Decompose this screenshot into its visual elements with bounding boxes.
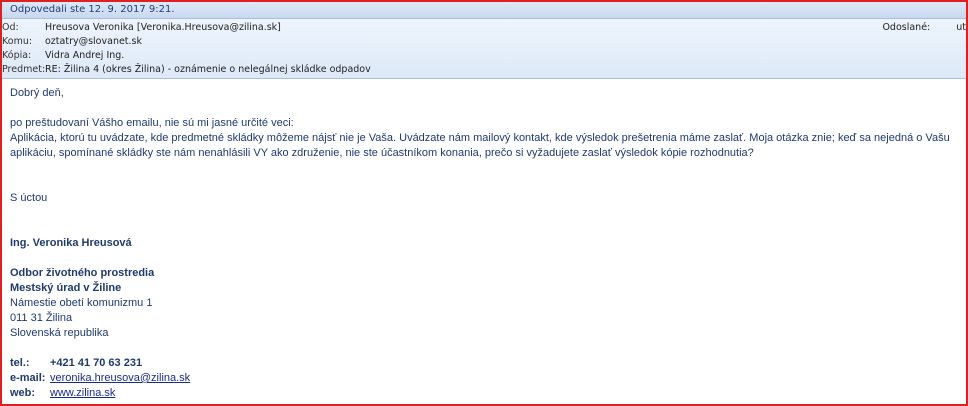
reply-info-bar: Odpovedali ste 12. 9. 2017 9:21. — [2, 2, 966, 19]
signature-office: Mestský úrad v Žiline — [10, 282, 122, 294]
message-body: Dobrý deň, po preštudovaní Vášho emailu,… — [10, 86, 966, 401]
signature-country: Slovenská republika — [10, 327, 109, 339]
web-link[interactable]: www.zilina.sk — [50, 386, 115, 401]
web-label: web: — [10, 387, 36, 399]
paragraph-line-2: aplikáciu, spomínané skládky ste nám nen… — [10, 147, 754, 159]
signature-city: 011 31 Žilina — [10, 312, 73, 324]
email-label: e-mail: — [10, 372, 46, 384]
cc-label: Kópia: — [2, 50, 32, 61]
from-label: Od: — [2, 22, 19, 33]
greeting: Dobrý deň, — [10, 87, 64, 99]
subject-label: Predmet: — [2, 64, 46, 75]
to-value[interactable]: oztatry@slovanet.sk — [45, 35, 142, 49]
to-label: Komu: — [2, 36, 33, 47]
tel-label: tel.: — [10, 357, 30, 369]
reply-info-text: Odpovedali ste 12. 9. 2017 9:21. — [10, 4, 175, 15]
from-value[interactable]: Hreusova Veronika [Veronika.Hreusova@zil… — [45, 21, 281, 35]
cc-value[interactable]: Vidra Andrej Ing. — [45, 49, 124, 63]
email-link[interactable]: veronika.hreusova@zilina.sk — [50, 371, 190, 386]
signature-street: Námestie obetí komunizmu 1 — [10, 297, 153, 309]
intro-line: po preštudovaní Vášho emailu, nie sú mi … — [10, 117, 294, 129]
signature-web-row: web: www.zilina.sk — [10, 386, 966, 401]
signature-email-row: e-mail: veronika.hreusova@zilina.sk — [10, 371, 966, 386]
signature-department: Odbor životného prostredia — [10, 267, 155, 279]
signature-name: Ing. Veronika Hreusová — [10, 237, 132, 249]
paragraph-line-1: Aplikácia, ktorú tu uvádzate, kde predme… — [10, 132, 950, 144]
email-message-window: Odpovedali ste 12. 9. 2017 9:21. Od: Hre… — [0, 0, 968, 406]
sent-row: Odoslané: ut — [882, 21, 966, 35]
sent-value: ut — [956, 22, 966, 33]
closing: S úctou — [10, 192, 48, 204]
subject-value: RE: Žilina 4 (okres Žilina) - oznámenie … — [45, 64, 371, 75]
signature-tel-row: tel.: +421 41 70 63 231 — [10, 356, 966, 371]
tel-value: +421 41 70 63 231 — [50, 357, 143, 369]
sent-label: Odoslané: — [882, 22, 931, 33]
message-header: Od: Hreusova Veronika [Veronika.Hreusova… — [2, 19, 966, 79]
